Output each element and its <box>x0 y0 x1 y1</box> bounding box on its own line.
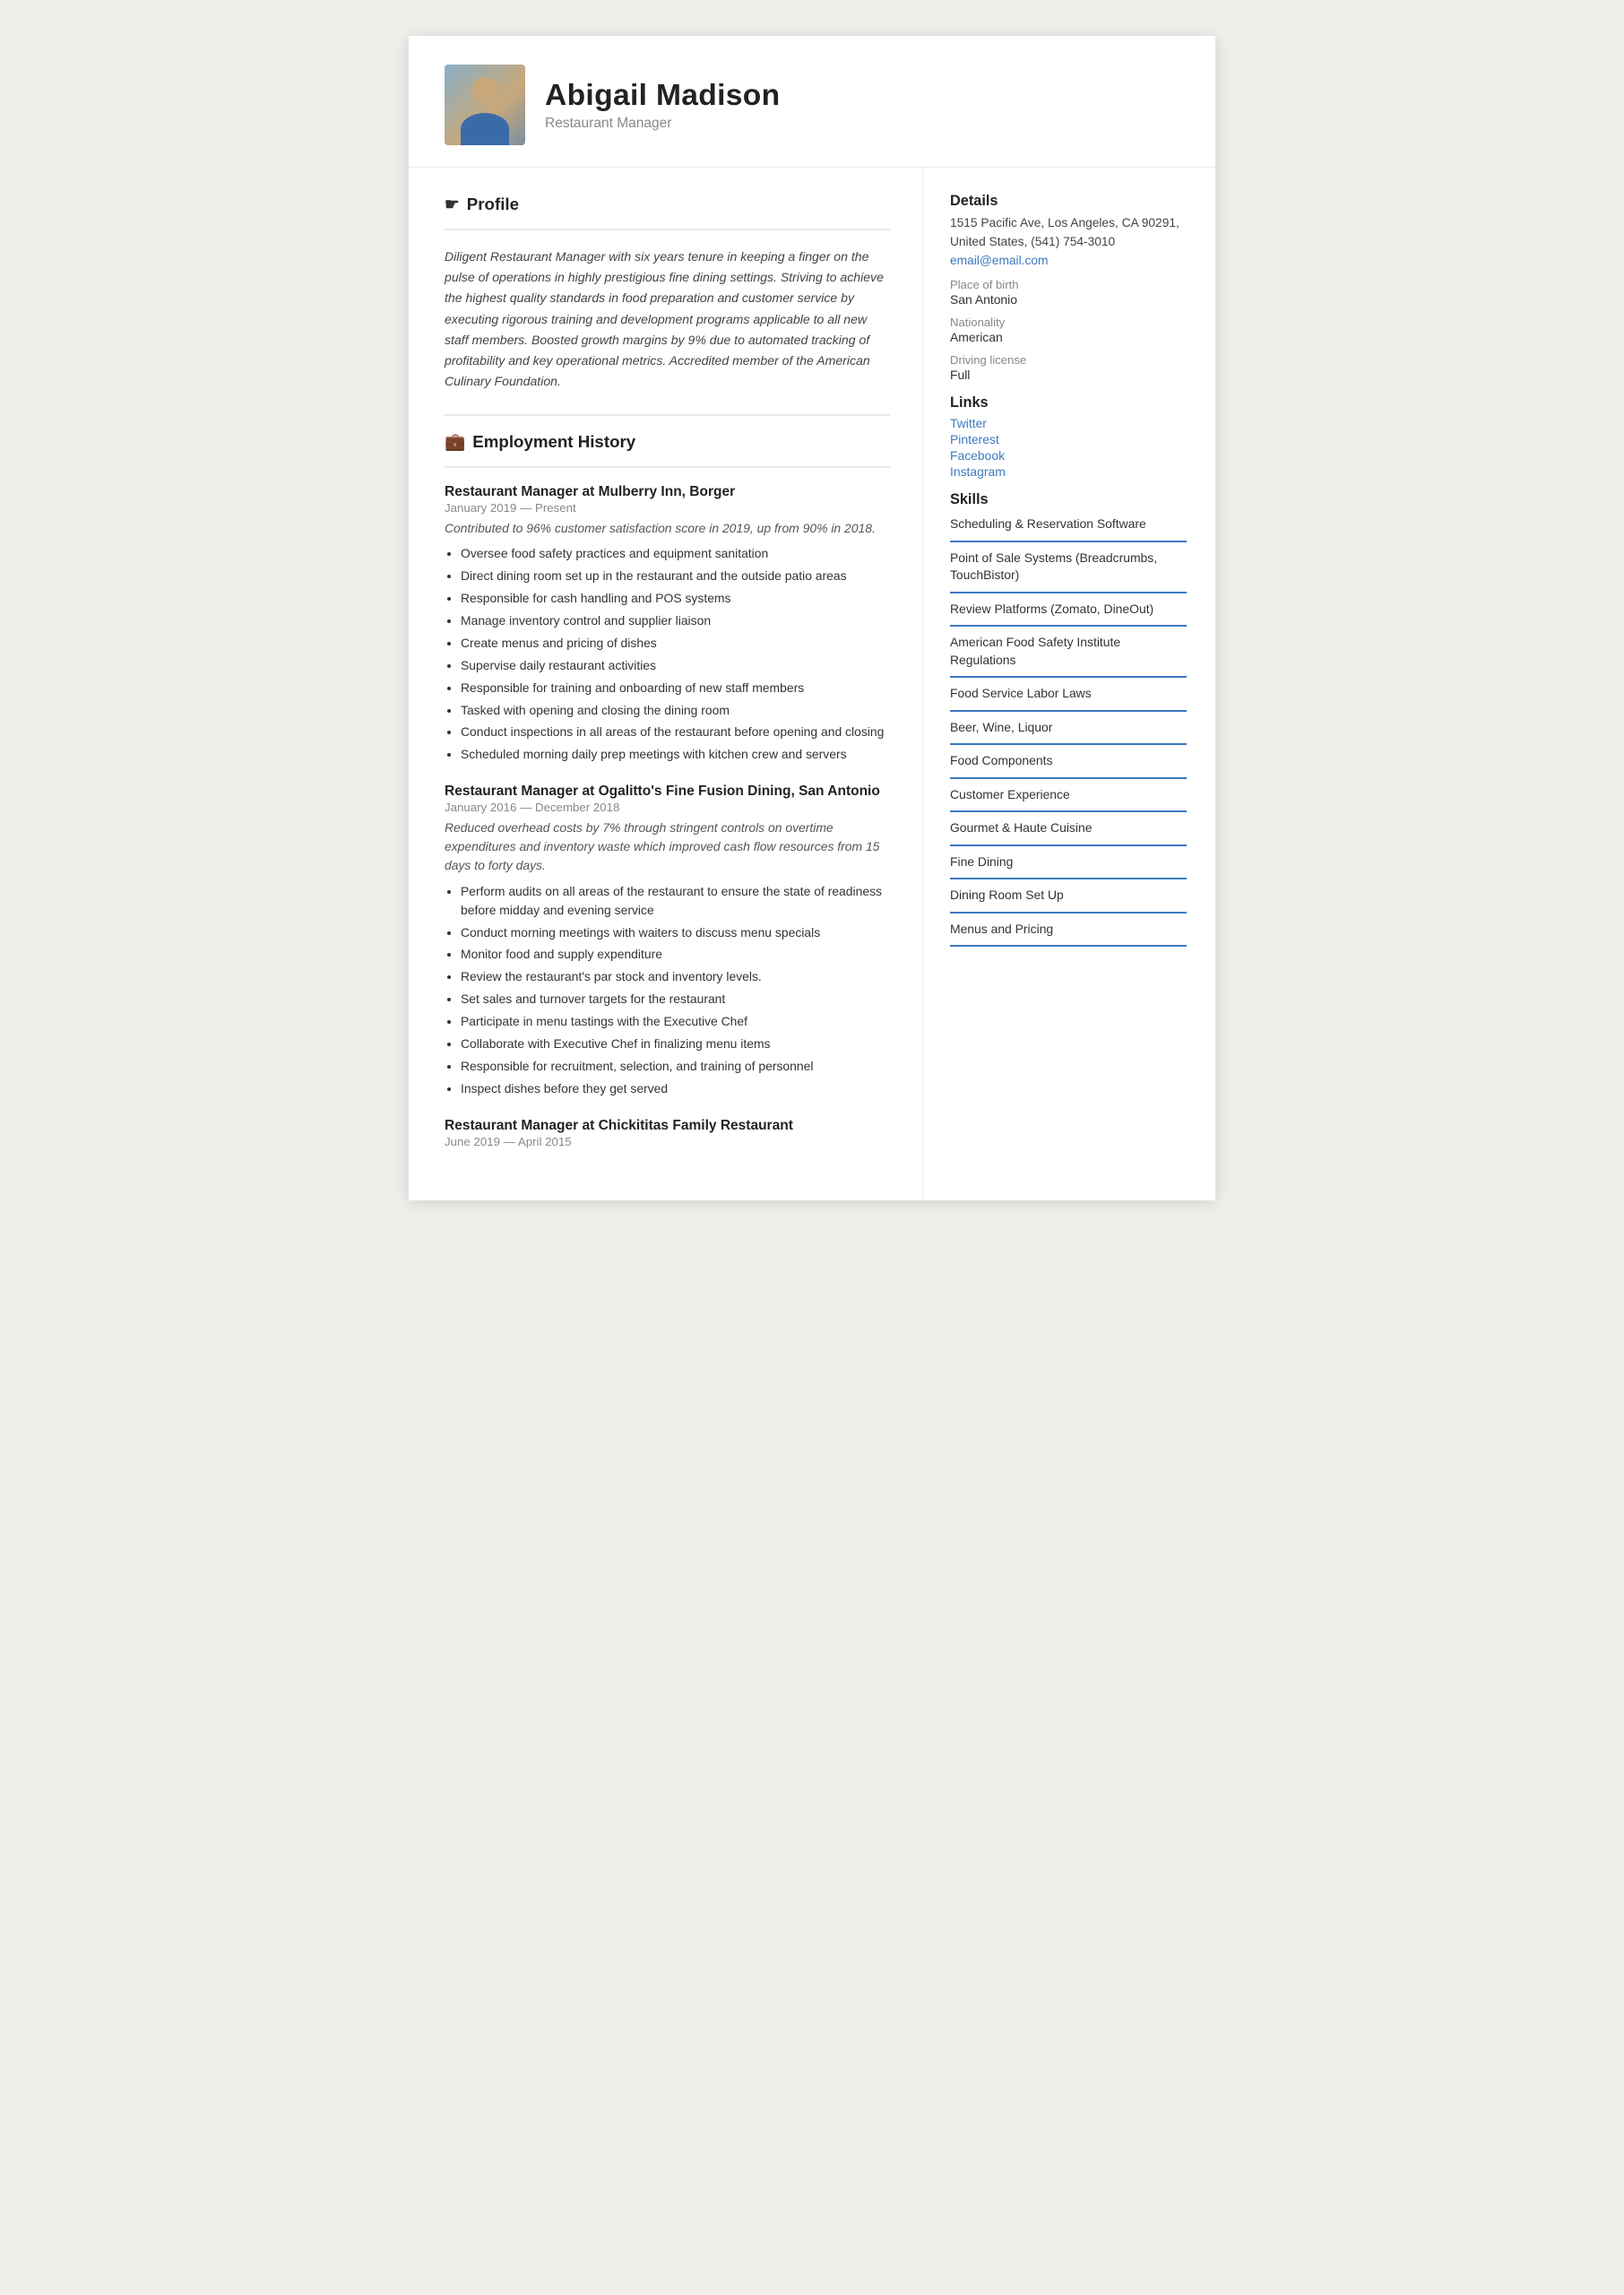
skill-item-8: Gourmet & Haute Cuisine <box>950 819 1187 845</box>
employment-top-divider <box>445 414 890 416</box>
bullet: Direct dining room set up in the restaur… <box>461 567 890 585</box>
job-entry-1: Restaurant Manager at Mulberry Inn, Borg… <box>445 484 890 765</box>
resume-card: Abigail Madison Restaurant Manager ☛ Pro… <box>409 36 1215 1200</box>
left-column: ☛ Profile Diligent Restaurant Manager wi… <box>409 168 923 1200</box>
avatar <box>445 65 525 145</box>
place-of-birth-label: Place of birth <box>950 278 1187 291</box>
job-entry-3: Restaurant Manager at Chickititas Family… <box>445 1118 890 1148</box>
driving-license-group: Driving license Full <box>950 353 1187 382</box>
driving-license-label: Driving license <box>950 353 1187 367</box>
bullet: Responsible for training and onboarding … <box>461 679 890 697</box>
job-bullets-1: Oversee food safety practices and equipm… <box>445 544 890 764</box>
nationality-label: Nationality <box>950 316 1187 329</box>
bullet: Oversee food safety practices and equipm… <box>461 544 890 563</box>
job-title-2: Restaurant Manager at Ogalitto's Fine Fu… <box>445 784 890 800</box>
details-section: Details 1515 Pacific Ave, Los Angeles, C… <box>950 193 1187 382</box>
bullet: Set sales and turnover targets for the r… <box>461 990 890 1009</box>
details-address: 1515 Pacific Ave, Los Angeles, CA 90291,… <box>950 214 1187 251</box>
header-section: Abigail Madison Restaurant Manager <box>409 36 1215 168</box>
job-summary-2: Reduced overhead costs by 7% through str… <box>445 818 890 875</box>
place-of-birth-group: Place of birth San Antonio <box>950 278 1187 307</box>
job-dates-2: January 2016 — December 2018 <box>445 801 890 814</box>
bullet: Perform audits on all areas of the resta… <box>461 882 890 920</box>
candidate-name: Abigail Madison <box>545 79 1179 113</box>
job-dates-1: January 2019 — Present <box>445 501 890 515</box>
link-twitter[interactable]: Twitter <box>950 416 1187 430</box>
bullet: Tasked with opening and closing the dini… <box>461 701 890 720</box>
details-label: Details <box>950 193 1187 210</box>
main-layout: ☛ Profile Diligent Restaurant Manager wi… <box>409 168 1215 1200</box>
skill-item-9: Fine Dining <box>950 853 1187 879</box>
skills-label: Skills <box>950 491 1187 508</box>
profile-section-title: ☛ Profile <box>445 195 890 214</box>
links-label: Links <box>950 394 1187 411</box>
right-column: Details 1515 Pacific Ave, Los Angeles, C… <box>923 168 1215 986</box>
bullet: Inspect dishes before they get served <box>461 1079 890 1098</box>
job-dates-3: June 2019 — April 2015 <box>445 1135 890 1148</box>
skill-item-7: Customer Experience <box>950 786 1187 812</box>
bullet: Responsible for cash handling and POS sy… <box>461 589 890 608</box>
bullet: Collaborate with Executive Chef in final… <box>461 1035 890 1053</box>
skill-item-2: Review Platforms (Zomato, DineOut) <box>950 601 1187 627</box>
candidate-title: Restaurant Manager <box>545 116 1179 132</box>
skill-item-3: American Food Safety Institute Regulatio… <box>950 634 1187 678</box>
employment-divider <box>445 466 890 468</box>
bullet: Create menus and pricing of dishes <box>461 634 890 653</box>
bullet: Conduct morning meetings with waiters to… <box>461 923 890 942</box>
skill-item-6: Food Components <box>950 752 1187 778</box>
employment-section-title: 💼 Employment History <box>445 432 890 452</box>
employment-section: 💼 Employment History Restaurant Manager … <box>445 432 890 1148</box>
bullet: Review the restaurant's par stock and in… <box>461 967 890 986</box>
skill-item-5: Beer, Wine, Liquor <box>950 719 1187 745</box>
job-bullets-2: Perform audits on all areas of the resta… <box>445 882 890 1098</box>
bullet: Responsible for recruitment, selection, … <box>461 1057 890 1076</box>
link-pinterest[interactable]: Pinterest <box>950 432 1187 446</box>
nationality-value: American <box>950 330 1187 344</box>
job-title-1: Restaurant Manager at Mulberry Inn, Borg… <box>445 484 890 500</box>
job-entry-2: Restaurant Manager at Ogalitto's Fine Fu… <box>445 784 890 1097</box>
profile-text: Diligent Restaurant Manager with six yea… <box>445 247 890 393</box>
header-info: Abigail Madison Restaurant Manager <box>545 79 1179 132</box>
skill-item-0: Scheduling & Reservation Software <box>950 515 1187 541</box>
place-of-birth-value: San Antonio <box>950 292 1187 307</box>
nationality-group: Nationality American <box>950 316 1187 344</box>
details-email: email@email.com <box>950 254 1187 267</box>
profile-section: ☛ Profile Diligent Restaurant Manager wi… <box>445 195 890 393</box>
briefcase-icon: 💼 <box>445 432 465 452</box>
skill-item-4: Food Service Labor Laws <box>950 685 1187 711</box>
link-instagram[interactable]: Instagram <box>950 464 1187 479</box>
skill-item-11: Menus and Pricing <box>950 921 1187 947</box>
link-facebook[interactable]: Facebook <box>950 448 1187 463</box>
bullet: Monitor food and supply expenditure <box>461 945 890 964</box>
profile-icon: ☛ <box>445 195 460 214</box>
job-summary-1: Contributed to 96% customer satisfaction… <box>445 519 890 538</box>
bullet: Supervise daily restaurant activities <box>461 656 890 675</box>
bullet: Manage inventory control and supplier li… <box>461 611 890 630</box>
skill-item-10: Dining Room Set Up <box>950 887 1187 913</box>
links-section: Links Twitter Pinterest Facebook Instagr… <box>950 394 1187 479</box>
skill-item-1: Point of Sale Systems (Breadcrumbs, Touc… <box>950 550 1187 593</box>
bullet: Participate in menu tastings with the Ex… <box>461 1012 890 1031</box>
skills-section: Skills Scheduling & Reservation Software… <box>950 491 1187 947</box>
bullet: Scheduled morning daily prep meetings wi… <box>461 745 890 764</box>
driving-license-value: Full <box>950 368 1187 382</box>
bullet: Conduct inspections in all areas of the … <box>461 723 890 741</box>
job-title-3: Restaurant Manager at Chickititas Family… <box>445 1118 890 1134</box>
profile-divider <box>445 229 890 230</box>
